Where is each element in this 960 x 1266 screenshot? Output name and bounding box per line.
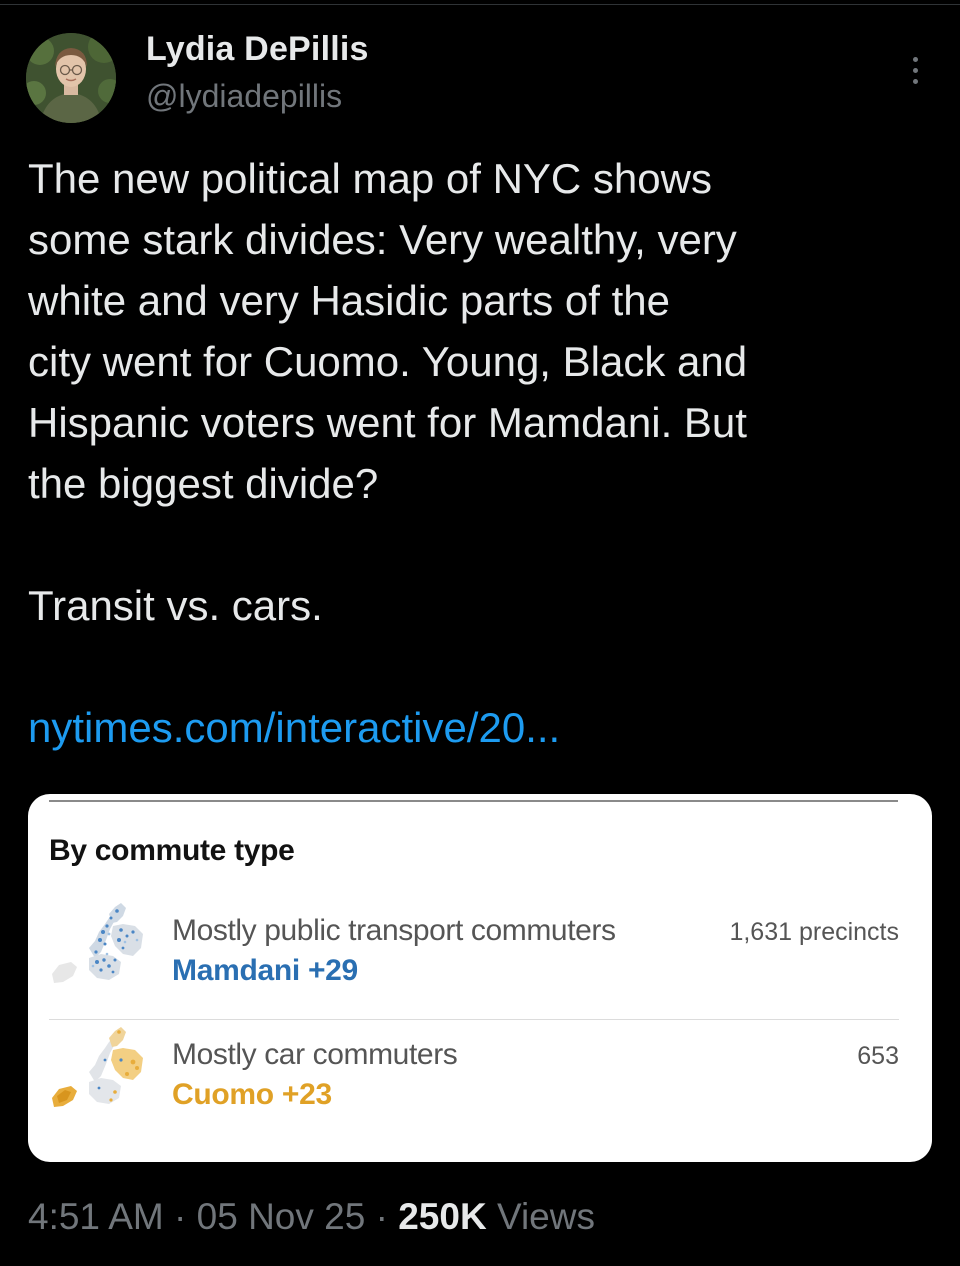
card-title: By commute type — [49, 834, 295, 867]
row-count: 1,631 precincts — [729, 918, 899, 946]
more-dots-icon[interactable] — [900, 50, 930, 90]
nyc-map-transit-icon — [52, 903, 143, 983]
tweet-footer: 4:51 AM · 05 Nov 25 · 250K Views — [28, 1196, 595, 1238]
avatar[interactable] — [26, 33, 116, 123]
commute-row-car: Mostly car commuters Cuomo +23 653 — [49, 1020, 899, 1140]
views-label[interactable]: Views — [497, 1196, 595, 1237]
row-label: Mostly car commuters — [172, 1038, 458, 1071]
tweet-text: The new political map of NYC shows some … — [28, 148, 928, 758]
tweet-link[interactable]: nytimes.com/interactive/20... — [28, 704, 560, 751]
footer-separator: · — [375, 1196, 388, 1237]
tweet-time[interactable]: 4:51 AM — [28, 1196, 164, 1237]
tweet-line: some stark divides: Very wealthy, very — [28, 216, 737, 263]
row-result: Mamdani +29 — [172, 954, 358, 987]
tweet-line: Hispanic voters went for Mamdani. But — [28, 399, 747, 446]
row-count: 653 — [857, 1042, 899, 1070]
tweet-date[interactable]: 05 Nov 25 — [197, 1196, 366, 1237]
row-result: Cuomo +23 — [172, 1078, 332, 1111]
author-handle[interactable]: @lydiadepillis — [146, 78, 342, 115]
nyc-map-car-icon — [52, 1027, 143, 1107]
top-divider — [0, 4, 960, 5]
tweet-paragraph-2: Transit vs. cars. — [28, 582, 323, 629]
row-label: Mostly public transport commuters — [172, 914, 616, 947]
views-count[interactable]: 250K — [398, 1196, 486, 1237]
tweet-line: the biggest divide? — [28, 460, 379, 507]
link-preview-card[interactable]: By commute type Mostly public transport … — [28, 794, 932, 1162]
commute-row-transit: Mostly public transport commuters Mamdan… — [49, 896, 899, 1016]
footer-separator: · — [174, 1196, 187, 1237]
card-top-rule — [49, 800, 898, 802]
author-display-name[interactable]: Lydia DePillis — [146, 30, 369, 69]
tweet-line: city went for Cuomo. Young, Black and — [28, 338, 748, 385]
avatar-photo — [26, 33, 116, 123]
tweet-line: The new political map of NYC shows — [28, 155, 712, 202]
tweet-line: white and very Hasidic parts of the — [28, 277, 670, 324]
